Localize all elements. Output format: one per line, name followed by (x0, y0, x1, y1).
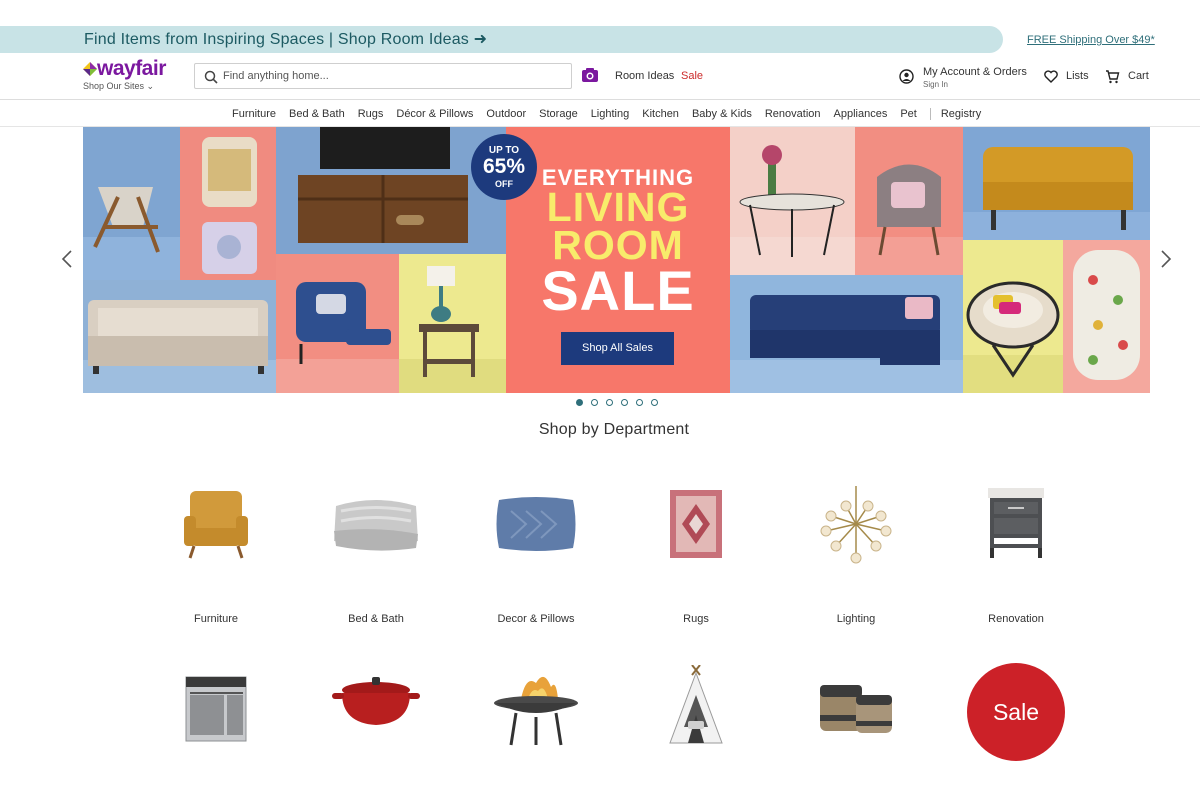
department-appliances[interactable] (146, 665, 286, 765)
department-label: Decor & Pillows (497, 613, 575, 625)
hero-headline-sale: SALE (541, 259, 695, 322)
user-icon (899, 69, 914, 84)
nav-item-baby-kids[interactable]: Baby & Kids (692, 108, 752, 120)
hero-headline-living: LIVING (546, 184, 690, 230)
sign-in-label: Sign In (923, 80, 948, 89)
nav-item-appliances[interactable]: Appliances (834, 108, 888, 120)
department-label: Bed & Bath (348, 613, 404, 625)
department-baby-kids[interactable] (626, 665, 766, 765)
carousel-dot-3[interactable] (606, 399, 613, 406)
promo-text[interactable]: Find Items from Inspiring Spaces | Shop … (84, 29, 487, 49)
sale-circle-button[interactable]: Sale (967, 663, 1065, 761)
hero-tile-side-table (399, 254, 506, 393)
carousel-prev-arrow-icon[interactable] (61, 249, 73, 269)
carousel-indicators (576, 399, 666, 407)
carousel-dot-4[interactable] (621, 399, 628, 406)
hero-tile-floral-chair (1063, 240, 1150, 393)
badge-off: OFF (495, 179, 513, 189)
nav-divider (0, 99, 1200, 100)
nav-separator (929, 108, 931, 120)
vanity-icon (988, 488, 1044, 558)
baskets-icon (820, 685, 892, 733)
rug-icon (670, 490, 722, 558)
hero-tile-sectional (730, 275, 963, 393)
search-input[interactable] (223, 64, 563, 88)
sale-link[interactable]: Sale (681, 70, 703, 82)
shop-all-sales-button[interactable]: Shop All Sales (561, 332, 674, 365)
carousel-dot-5[interactable] (636, 399, 643, 406)
teepee-icon (669, 665, 723, 744)
department-outdoor[interactable] (466, 665, 606, 765)
dutch-oven-icon (332, 677, 420, 725)
hero-tile-coffee-table (730, 127, 855, 275)
hero-tile-recliner (276, 254, 399, 393)
fire-pit-icon (494, 676, 578, 746)
department-kitchen[interactable] (306, 665, 446, 765)
logo-mark-icon (83, 62, 97, 76)
department-lighting[interactable]: Lighting (786, 486, 926, 626)
department-decor-pillows[interactable]: Decor & Pillows (466, 486, 606, 626)
hero-tile-sofa (83, 280, 276, 393)
carousel-dot-2[interactable] (591, 399, 598, 406)
hero-banner[interactable]: EVERYTHING LIVING ROOM SALE Shop All Sal… (83, 127, 1150, 393)
nav-item-furniture[interactable]: Furniture (232, 108, 276, 120)
carousel-dot-1[interactable] (576, 399, 583, 406)
hero-promo-panel: EVERYTHING LIVING ROOM SALE Shop All Sal… (506, 127, 730, 393)
account-label: My Account & Orders (923, 66, 1027, 78)
nav-item-pet[interactable]: Pet (900, 108, 917, 120)
logo-text: wayfair (97, 57, 166, 80)
room-ideas-link[interactable]: Room Ideas (615, 70, 674, 82)
hero-tile-accent-chair (855, 127, 963, 275)
department-label: Lighting (836, 613, 876, 625)
cart-icon (1106, 70, 1120, 84)
discount-badge: UP TO 65% OFF (471, 134, 537, 200)
nav-item-bed-bath[interactable]: Bed & Bath (289, 108, 345, 120)
search-bar[interactable] (194, 63, 572, 89)
nav-item-registry[interactable]: Registry (941, 108, 981, 120)
hero-tile-lounge-chair (83, 127, 180, 280)
department-renovation[interactable]: Renovation (946, 486, 1086, 626)
lists-label: Lists (1066, 70, 1089, 82)
shop-by-department-heading: Shop by Department (538, 421, 690, 438)
heart-icon (1044, 70, 1058, 83)
department-rugs[interactable]: Rugs (626, 486, 766, 626)
nav-item-kitchen[interactable]: Kitchen (642, 108, 679, 120)
camera-search-icon[interactable] (581, 67, 599, 83)
carousel-next-arrow-icon[interactable] (1160, 249, 1172, 269)
nav-item-rugs[interactable]: Rugs (358, 108, 384, 120)
department-storage[interactable] (786, 665, 926, 765)
pillow-icon (496, 497, 576, 551)
department-label: Rugs (683, 613, 709, 625)
carousel-dot-6[interactable] (651, 399, 658, 406)
free-shipping-link[interactable]: FREE Shipping Over $49* (1027, 34, 1155, 46)
nav-item-outdoor[interactable]: Outdoor (486, 108, 526, 120)
armchair-icon (184, 491, 248, 559)
nav-item-renovation[interactable]: Renovation (765, 108, 821, 120)
chandelier-icon (820, 486, 892, 564)
wayfair-logo[interactable]: wayfair Shop Our Sites ⌄ (83, 57, 183, 94)
account-menu[interactable]: My Account & Orders Sign In (899, 66, 1034, 92)
department-bed-bath[interactable]: Bed & Bath (306, 486, 446, 626)
department-furniture[interactable]: Furniture (146, 486, 286, 626)
badge-percent: 65% (482, 155, 526, 178)
hero-tile-yellow-loveseat (963, 127, 1150, 240)
department-label: Furniture (193, 613, 239, 625)
search-icon (204, 70, 218, 84)
lists-button[interactable]: Lists (1044, 69, 1094, 85)
hero-tile-pillows (180, 127, 276, 280)
cart-label: Cart (1128, 70, 1149, 82)
nav-item-lighting[interactable]: Lighting (591, 108, 630, 120)
blanket-icon (334, 500, 418, 551)
cart-button[interactable]: Cart (1105, 69, 1155, 85)
nav-item-decor-pillows[interactable]: Décor & Pillows (396, 108, 473, 120)
shop-our-sites-link[interactable]: Shop Our Sites ⌄ (83, 81, 154, 92)
nav-item-storage[interactable]: Storage (539, 108, 578, 120)
hero-tile-papasan-chair (963, 240, 1063, 393)
department-label: Renovation (988, 613, 1044, 625)
range-oven-icon (185, 676, 247, 742)
category-nav: Furniture Bed & Bath Rugs Décor & Pillow… (232, 106, 994, 122)
